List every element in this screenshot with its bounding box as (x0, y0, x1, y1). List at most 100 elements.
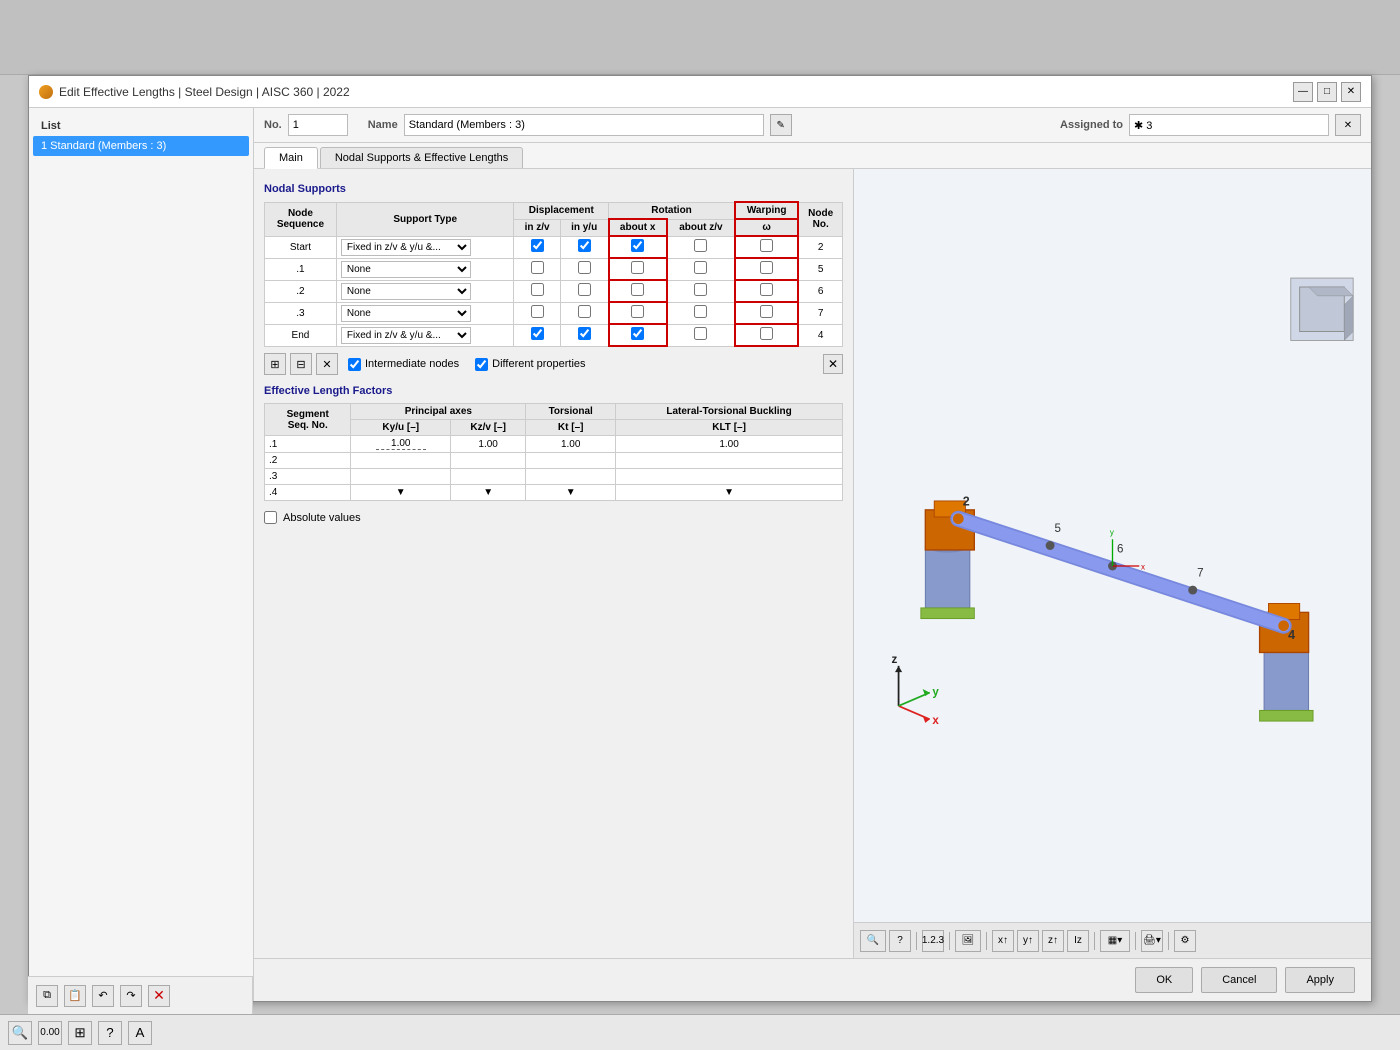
support-type-3[interactable]: None (341, 305, 471, 322)
row-warping-3 (735, 302, 798, 324)
close-button[interactable]: ✕ (1341, 82, 1361, 102)
taskbar-btn-5[interactable]: A (128, 1021, 152, 1045)
cb-warping-2[interactable] (760, 283, 773, 296)
view-btn-z2[interactable]: Iz (1067, 930, 1089, 952)
content-split: Nodal Supports NodeSequence Support Type… (254, 169, 1371, 958)
add-row-button[interactable]: ⊞ (264, 353, 286, 375)
table-row: .4 ▼ ▼ ▼ ▼ (265, 485, 843, 501)
paste-button[interactable]: 📋 (64, 985, 86, 1007)
row-disp-z-end (514, 324, 560, 346)
view-btn-z1[interactable]: z↑ (1042, 930, 1064, 952)
eff-seq-2: .2 (265, 453, 351, 469)
view-btn-4[interactable]: 🖼 (955, 930, 981, 952)
cb-warping-3[interactable] (760, 305, 773, 318)
view-btn-y[interactable]: y↑ (1017, 930, 1039, 952)
table-row: Start Fixed in z/v & y/u &... (265, 236, 843, 258)
cb-warping-end[interactable] (760, 327, 773, 340)
view-btn-x[interactable]: x↑ (992, 930, 1014, 952)
delete-button[interactable]: ✕ (148, 985, 170, 1007)
support-type-1[interactable]: None (341, 261, 471, 278)
apply-button[interactable]: Apply (1285, 967, 1355, 993)
no-input[interactable] (288, 114, 348, 136)
diff-properties-checkbox[interactable] (475, 358, 488, 371)
cb-disp-y-3[interactable] (578, 305, 591, 318)
cb-rot-x-3[interactable] (631, 305, 644, 318)
row-rot-z-start (667, 236, 735, 258)
taskbar-btn-val[interactable]: 0.00 (38, 1021, 62, 1045)
redo-button[interactable]: ↷ (120, 985, 142, 1007)
view-btn-1[interactable]: 🔍 (860, 930, 886, 952)
cb-disp-y-end[interactable] (578, 327, 591, 340)
support-type-2[interactable]: None (341, 283, 471, 300)
cb-rot-z-end[interactable] (694, 327, 707, 340)
assigned-label: Assigned to (1060, 119, 1123, 131)
form-area: Nodal Supports NodeSequence Support Type… (254, 169, 854, 958)
eff-seq-4: .4 (265, 485, 351, 501)
cb-disp-y-1[interactable] (578, 261, 591, 274)
minimize-button[interactable]: — (1293, 82, 1313, 102)
eff-length-title: Effective Length Factors (264, 385, 843, 397)
eff-kyv-1 (351, 436, 451, 453)
row-disp-y-start (560, 236, 608, 258)
name-input[interactable] (404, 114, 764, 136)
eff-kzv-4: ▼ (451, 485, 526, 501)
cb-rot-x-2[interactable] (631, 283, 644, 296)
maximize-button[interactable]: □ (1317, 82, 1337, 102)
ok-button[interactable]: OK (1135, 967, 1193, 993)
assigned-section: Assigned to ✕ (1060, 114, 1361, 136)
insert-row-button[interactable]: ⊟ (290, 353, 312, 375)
cb-disp-z-start[interactable] (531, 239, 544, 252)
tab-main[interactable]: Main (264, 147, 318, 169)
taskbar-btn-search[interactable]: 🔍 (8, 1021, 32, 1045)
th-rot-zv: about z/v (667, 219, 735, 236)
th-principal-axes: Principal axes (351, 404, 526, 420)
support-type-start[interactable]: Fixed in z/v & y/u &... (341, 239, 471, 256)
assigned-input[interactable] (1129, 114, 1329, 136)
cb-rot-z-3[interactable] (694, 305, 707, 318)
table-row: .2 (265, 453, 843, 469)
svg-text:4: 4 (1288, 628, 1295, 642)
toolbar-close-button[interactable]: ✕ (823, 354, 843, 374)
cb-disp-z-3[interactable] (531, 305, 544, 318)
assigned-edit-button[interactable]: ✕ (1335, 114, 1361, 136)
view-btn-render[interactable]: ▦▾ (1100, 930, 1130, 952)
cb-rot-z-1[interactable] (694, 261, 707, 274)
row-seq-start: Start (265, 236, 337, 258)
view-btn-settings[interactable]: ⚙ (1174, 930, 1196, 952)
th-klt: KLT [–] (616, 420, 843, 436)
cb-rot-x-end[interactable] (631, 327, 644, 340)
support-type-end[interactable]: Fixed in z/v & y/u &... (341, 327, 471, 344)
cb-warping-1[interactable] (760, 261, 773, 274)
taskbar-btn-4[interactable]: ? (98, 1021, 122, 1045)
cb-rot-z-2[interactable] (694, 283, 707, 296)
cb-rot-z-start[interactable] (694, 239, 707, 252)
copy-button[interactable]: ⧉ (36, 985, 58, 1007)
th-support-type: Support Type (336, 202, 514, 236)
kyv-1-input[interactable] (376, 438, 426, 450)
view-btn-2[interactable]: ? (889, 930, 911, 952)
row-rot-z-1 (667, 258, 735, 280)
cb-rot-x-start[interactable] (631, 239, 644, 252)
undo-button[interactable]: ↶ (92, 985, 114, 1007)
cb-disp-y-2[interactable] (578, 283, 591, 296)
intermediate-nodes-checkbox[interactable] (348, 358, 361, 371)
cb-disp-z-1[interactable] (531, 261, 544, 274)
edit-name-button[interactable]: ✎ (770, 114, 792, 136)
view-btn-3[interactable]: 1.2.3 (922, 930, 944, 952)
cb-disp-y-start[interactable] (578, 239, 591, 252)
sidebar-item-standard[interactable]: 1 Standard (Members : 3) (33, 136, 249, 156)
svg-text:6: 6 (1117, 544, 1123, 556)
dialog-title: Edit Effective Lengths | Steel Design | … (39, 85, 350, 99)
cb-warping-start[interactable] (760, 239, 773, 252)
tab-nodal[interactable]: Nodal Supports & Effective Lengths (320, 147, 523, 168)
view-btn-print[interactable]: 🖨▾ (1141, 930, 1163, 952)
taskbar-btn-3[interactable]: ⊞ (68, 1021, 92, 1045)
cb-disp-z-2[interactable] (531, 283, 544, 296)
absolute-values-checkbox[interactable] (264, 511, 277, 524)
delete-row-button[interactable]: ✕ (316, 353, 338, 375)
cb-disp-z-end[interactable] (531, 327, 544, 340)
cancel-button[interactable]: Cancel (1201, 967, 1277, 993)
intermediate-nodes-label: Intermediate nodes (365, 358, 459, 370)
cb-rot-x-1[interactable] (631, 261, 644, 274)
dialog-titlebar: Edit Effective Lengths | Steel Design | … (29, 76, 1371, 108)
